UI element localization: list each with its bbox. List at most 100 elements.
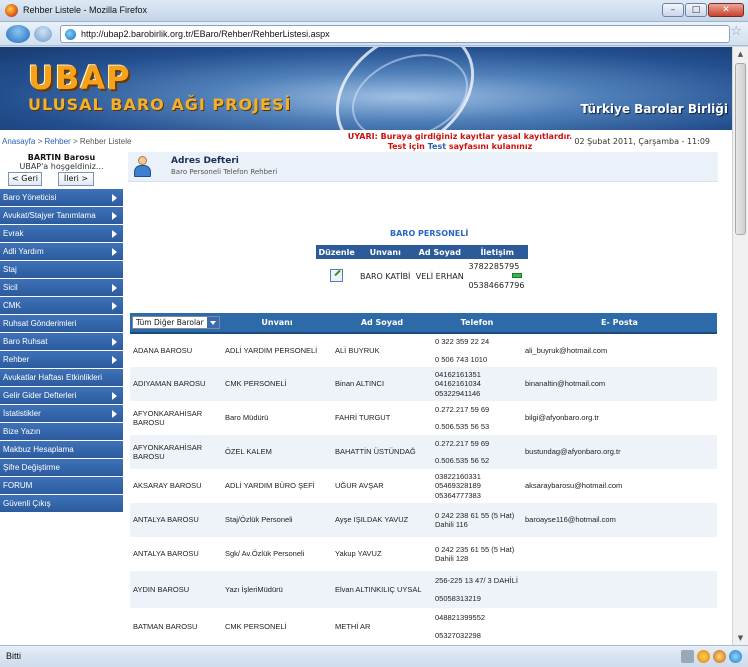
sidebar-item[interactable]: Gelir Gider Defterleri [0, 387, 123, 404]
baro-filter-select[interactable]: Tüm Diğer Barolar [132, 316, 220, 329]
window-title: Rehber Listele - Mozilla Firefox [23, 5, 148, 15]
chevron-right-icon [112, 248, 117, 256]
sidebar: BARTIN Barosu UBAP'a hoşgeldiniz... < Ge… [0, 152, 123, 645]
navigation-toolbar: http://ubap2.barobirlik.org.tr/EBaro/Reh… [0, 22, 748, 46]
contacts-person-icon [133, 156, 151, 178]
table-cell: ADANA BAROSU [130, 333, 222, 367]
sidebar-item[interactable]: Staj [0, 261, 123, 278]
baro-name: BARTIN Barosu [27, 153, 96, 162]
baro-personeli-title: BARO PERSONELİ [390, 229, 469, 238]
sidebar-item[interactable]: İstatistikler [0, 405, 123, 422]
chevron-right-icon [112, 230, 117, 238]
baro-personeli-table: Düzenle Unvanı Ad Soyad İletişim BARO KA… [316, 245, 528, 293]
phone-secondary: 0.506.535 56 52 [435, 456, 490, 465]
table-cell [522, 608, 717, 645]
sidebar-item[interactable]: Baro Yöneticisi [0, 189, 123, 206]
window-controls: – □ ✕ [661, 3, 744, 17]
table-row: ADIYAMAN BAROSU CMK PERSONELİ Binan ALTINC… [130, 367, 717, 401]
table-row: ADANA BAROSU ADLİ YARDIM PERSONELİ ALİ BUY… [130, 333, 717, 367]
back-button[interactable]: < Geri [8, 172, 42, 186]
table-cell: Baro Müdürü [222, 401, 332, 435]
bookmark-star-icon[interactable]: ☆ [730, 24, 742, 39]
site-globe-icon [65, 29, 76, 40]
breadcrumb-rehber-link[interactable]: Rehber [44, 137, 70, 146]
status-bar: Bitti [0, 645, 748, 667]
sidebar-item[interactable]: CMK [0, 297, 123, 314]
table-row: AYDIN BAROSU Yazı İşleriMüdürü Elvan ALTIN… [130, 571, 717, 608]
chevron-right-icon [112, 302, 117, 310]
web-page: UBAP ULUSAL BARO AĞI PROJESİ Türkiye Bar… [0, 47, 732, 645]
forward-button[interactable]: İleri > [58, 172, 94, 186]
edit-icon[interactable] [330, 268, 344, 282]
sidebar-item-label: CMK [3, 301, 21, 310]
sidebar-item[interactable]: Sicil [0, 279, 123, 296]
minimize-button[interactable]: – [662, 3, 684, 17]
table-cell: CMK PERSONELİ [222, 608, 332, 645]
ubap-logo[interactable]: UBAP [28, 59, 131, 97]
sidebar-item-label: Evrak [3, 229, 24, 238]
welcome-text: UBAP'a hoşgeldiniz... [19, 162, 104, 171]
table-cell: CMK PERSONELİ [222, 367, 332, 401]
phone-primary: 0.272.217 59 69 [435, 438, 490, 448]
sidebar-item[interactable]: Avukatlar Haftası Etkinlikleri [0, 369, 123, 386]
warning-message: UYARI: Buraya girdiğiniz kayıtlar yasal … [340, 132, 580, 152]
address-bar[interactable]: http://ubap2.barobirlik.org.tr/EBaro/Reh… [60, 25, 730, 43]
back-arrow-icon[interactable] [6, 25, 30, 43]
sidebar-item[interactable]: Evrak [0, 225, 123, 242]
chevron-right-icon [112, 410, 117, 418]
addon-icon[interactable] [681, 650, 694, 663]
table-cell: AKSARAY BAROSU [130, 469, 222, 503]
vertical-scrollbar[interactable]: ▲ ▼ [732, 47, 748, 645]
contact-status-icon[interactable] [512, 273, 522, 278]
table-cell [316, 259, 357, 293]
status-icons [681, 650, 742, 663]
breadcrumb-home-link[interactable]: Anasayfa [2, 137, 35, 146]
sidebar-item[interactable]: Ruhsat Gönderimleri [0, 315, 123, 332]
firebug-icon[interactable] [713, 650, 726, 663]
chevron-right-icon [112, 194, 117, 202]
chevron-down-icon [207, 317, 219, 328]
scroll-up-icon[interactable]: ▲ [733, 47, 748, 61]
table-cell: 03822160331 05469328189 05364777383 [432, 469, 522, 503]
test-page-link[interactable]: Test [428, 142, 446, 151]
table-row: AFYONKARAHİSAR BAROSU ÖZEL KALEM BAHATTİN … [130, 435, 717, 469]
sidebar-item-label: Sicil [3, 283, 18, 292]
sidebar-item[interactable]: Baro Ruhsat [0, 333, 123, 350]
close-button[interactable]: ✕ [708, 3, 744, 17]
table-cell: Ayşe IŞILDAK YAVUZ [332, 503, 432, 537]
maximize-button[interactable]: □ [685, 3, 707, 17]
breadcrumb-current: Rehber Listele [79, 137, 132, 146]
column-header: Unvanı [357, 245, 414, 259]
sidebar-item[interactable]: Şifre Değiştirme [0, 459, 123, 476]
table-header-row: Tüm Diğer Barolar Unvanı Ad Soyad Telefo… [130, 313, 717, 334]
sidebar-item[interactable]: Güvenli Çıkış [0, 495, 123, 512]
security-icon[interactable] [697, 650, 710, 663]
column-header: Unvanı [222, 313, 332, 334]
sidebar-item-label: Avukat/Stajyer Tanımlama [3, 211, 96, 220]
scrollbar-thumb[interactable] [735, 63, 746, 235]
sidebar-item[interactable]: Rehber [0, 351, 123, 368]
sidebar-item[interactable]: FORUM [0, 477, 123, 494]
network-icon[interactable] [729, 650, 742, 663]
sidebar-item-label: FORUM [3, 481, 33, 490]
forward-arrow-icon[interactable] [34, 26, 52, 42]
phone-secondary: 0.506.535 56 53 [435, 422, 490, 431]
url-text: http://ubap2.barobirlik.org.tr/EBaro/Reh… [81, 29, 330, 39]
table-cell: ADLİ YARDIM BÜRO ŞEFİ [222, 469, 332, 503]
sidebar-item[interactable]: Bize Yazın [0, 423, 123, 440]
phone-primary: 048821399552 [435, 613, 486, 622]
sidebar-item[interactable]: Adli Yardım [0, 243, 123, 260]
column-header: Ad Soyad [332, 313, 432, 334]
table-cell: Binan ALTINCI [332, 367, 432, 401]
scroll-down-icon[interactable]: ▼ [733, 631, 748, 645]
table-cell: 048821399552 05327032298 [432, 608, 522, 645]
sidebar-item[interactable]: Avukat/Stajyer Tanımlama [0, 207, 123, 224]
table-cell: 0 322 359 22 24 0 506 743 1010 [432, 333, 522, 367]
table-row: AKSARAY BAROSU ADLİ YARDIM BÜRO ŞEFİ UĞUR … [130, 469, 717, 503]
table-cell: BATMAN BAROSU [130, 608, 222, 645]
sidebar-item[interactable]: Makbuz Hesaplama [0, 441, 123, 458]
table-header-row: Düzenle Unvanı Ad Soyad İletişim [316, 245, 528, 259]
table-cell: binanaltin@hotmail.com [522, 367, 717, 401]
table-cell: UĞUR AVŞAR [332, 469, 432, 503]
table-cell: 04162161351 04162161034 05322941146 [432, 367, 522, 401]
